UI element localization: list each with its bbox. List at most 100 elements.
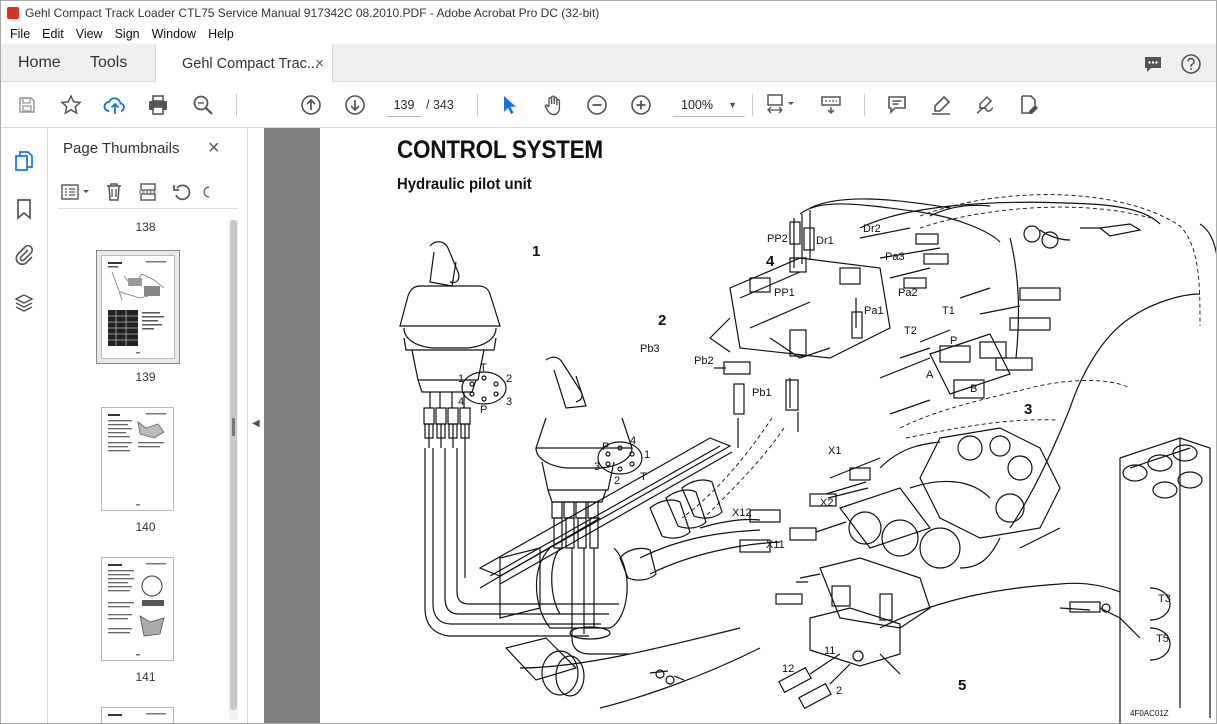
callout-1: 1: [532, 243, 540, 260]
hydraulic-diagram: 1 2 3 4 5 PP2 Dr1 Dr2 Pa3 PP1 Pa2 Pa1 T1…: [399, 194, 1217, 724]
acrobat-icon: [7, 6, 19, 19]
layers-icon[interactable]: [13, 292, 35, 314]
toolbar-separator: [236, 94, 237, 116]
tab-close-icon[interactable]: ×: [315, 55, 324, 72]
label-dr2: Dr2: [863, 223, 881, 235]
thumbnail-page-139[interactable]: [96, 250, 180, 364]
thumbnail-page-142[interactable]: [101, 707, 174, 724]
chat-icon[interactable]: [1141, 52, 1165, 76]
close-icon[interactable]: ×: [208, 137, 220, 160]
pattern-left-t: T: [480, 362, 487, 374]
callout-4: 4: [766, 253, 775, 270]
delete-icon[interactable]: [100, 180, 128, 204]
next-page-icon[interactable]: [342, 92, 368, 118]
label-pp2: PP2: [767, 233, 788, 245]
label-a: A: [926, 369, 934, 381]
label-pa2: Pa2: [898, 287, 918, 299]
thumbnail-scrollbar[interactable]: [229, 220, 238, 720]
menu-file[interactable]: File: [4, 27, 36, 41]
options-menu-icon[interactable]: [58, 180, 94, 204]
pattern-left-1: 1: [458, 373, 464, 385]
edit-pdf-icon[interactable]: [1016, 92, 1042, 118]
callout-5: 5: [958, 677, 966, 694]
label-pb1: Pb1: [752, 387, 772, 399]
tab-document[interactable]: Gehl Compact Trac... ×: [155, 44, 333, 83]
pages-icon[interactable]: [13, 150, 35, 172]
toolbar-separator: [477, 94, 478, 116]
menu-edit[interactable]: Edit: [36, 27, 70, 41]
label-dr1: Dr1: [816, 235, 834, 247]
zoom-in-icon[interactable]: [628, 92, 654, 118]
callout-2: 2: [658, 312, 666, 329]
label-2: 2: [836, 685, 842, 697]
thumbnail-image: [101, 255, 175, 359]
thumbnail-page-141[interactable]: [101, 557, 174, 661]
navigation-rail: [0, 128, 48, 724]
bookmark-icon[interactable]: [13, 198, 35, 220]
thumbnail-label: 141: [135, 670, 156, 684]
menu-help[interactable]: Help: [202, 27, 240, 41]
menu-view[interactable]: View: [70, 27, 109, 41]
panel-splitter[interactable]: ◀: [232, 128, 264, 724]
print-icon[interactable]: [145, 92, 171, 118]
label-x12: X12: [732, 507, 752, 519]
pattern-right-1: 1: [644, 449, 650, 461]
thumbnail-page-140[interactable]: [101, 407, 174, 511]
find-icon[interactable]: [190, 92, 216, 118]
label-t1: T1: [942, 305, 955, 317]
toolbar-separator: [752, 94, 753, 116]
tab-tools[interactable]: Tools: [90, 44, 127, 82]
label-x11: X11: [766, 539, 785, 551]
highlight-icon[interactable]: [928, 92, 954, 118]
divider: [58, 208, 238, 209]
scroll-mode-icon[interactable]: [818, 92, 844, 118]
thumbnail-label: 138: [135, 220, 156, 234]
rotate-left-icon[interactable]: [168, 180, 196, 204]
scroll-handle[interactable]: [232, 418, 235, 436]
pattern-right-2: 2: [614, 475, 620, 487]
bookmark-star-icon[interactable]: [58, 92, 84, 118]
upload-icon[interactable]: [102, 92, 128, 118]
page-number-input[interactable]: 139: [386, 93, 422, 117]
help-icon[interactable]: [1179, 52, 1203, 76]
chevron-left-icon[interactable]: ◀: [252, 418, 260, 429]
sign-icon[interactable]: [972, 92, 998, 118]
select-pointer-icon[interactable]: [496, 92, 522, 118]
panel-toolbar: [58, 178, 238, 206]
menu-bar: File Edit View Sign Window Help: [0, 24, 1217, 44]
label-pp1: PP1: [774, 287, 795, 299]
pattern-left-3: 3: [506, 396, 512, 408]
tab-document-label: Gehl Compact Trac...: [182, 55, 319, 72]
menu-sign[interactable]: Sign: [109, 27, 146, 41]
document-view[interactable]: CONTROL SYSTEM Hydraulic pilot unit 1 2 …: [264, 128, 1217, 724]
save-icon[interactable]: [14, 92, 40, 118]
pattern-left-4: 4: [458, 396, 464, 408]
menu-window[interactable]: Window: [146, 27, 202, 41]
attachment-icon[interactable]: [13, 244, 35, 266]
pattern-left-2: 2: [506, 373, 512, 385]
page-total: / 343: [426, 98, 454, 112]
window-title: Gehl Compact Track Loader CTL75 Service …: [25, 5, 600, 20]
hand-icon[interactable]: [540, 92, 566, 118]
tab-bar: Home Tools Gehl Compact Trac... ×: [0, 44, 1217, 83]
comment-icon[interactable]: [884, 92, 910, 118]
toolbar-separator: [864, 94, 865, 116]
tab-home[interactable]: Home: [18, 44, 61, 82]
insert-pages-icon[interactable]: [134, 180, 162, 204]
chevron-down-icon: ▼: [728, 100, 737, 110]
pattern-left-p: P: [480, 404, 487, 416]
zoom-select[interactable]: 100% ▼: [673, 93, 745, 117]
scrollbar-thumb[interactable]: [230, 220, 237, 710]
rotate-right-icon[interactable]: [202, 180, 216, 204]
label-pa1: Pa1: [864, 305, 884, 317]
page-fit-icon[interactable]: [764, 92, 800, 118]
thumbnail-list: 138 139 140 141: [58, 210, 233, 724]
zoom-out-icon[interactable]: [584, 92, 610, 118]
panel-title: Page Thumbnails: [63, 140, 180, 157]
label-t5: T5: [1156, 633, 1169, 645]
toolbar: 139 / 343 100% ▼: [0, 82, 1217, 128]
label-11: 11: [824, 645, 835, 657]
prev-page-icon[interactable]: [298, 92, 324, 118]
label-x2: X2: [820, 497, 833, 509]
pattern-right-4: 4: [630, 435, 636, 447]
